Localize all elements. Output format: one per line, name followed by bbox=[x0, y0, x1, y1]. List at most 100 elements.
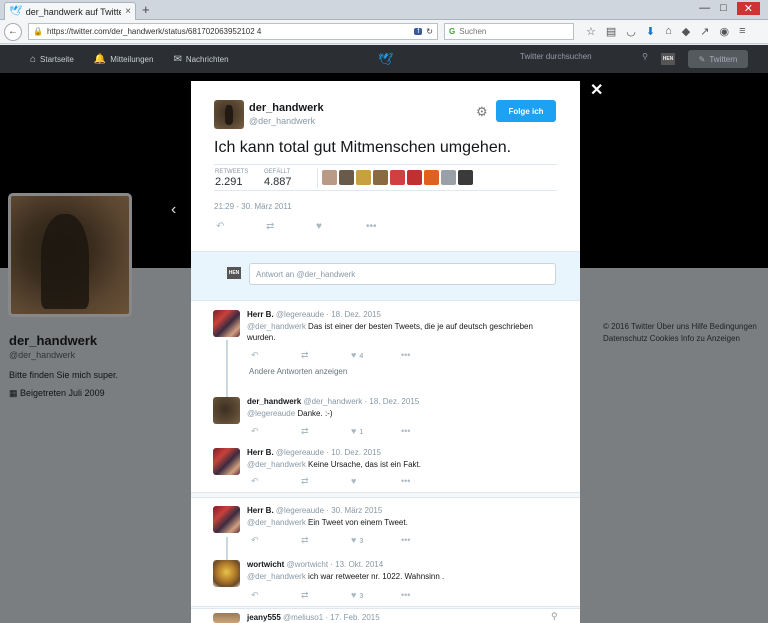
heart-icon[interactable]: ♥ 4 bbox=[351, 350, 401, 361]
tweet-button[interactable]: ✎ Twittern bbox=[688, 50, 748, 68]
reply-avatar[interactable] bbox=[213, 560, 240, 587]
footer-line-1[interactable]: © 2016 Twitter Über uns Hilfe Bedingunge… bbox=[603, 321, 765, 333]
liker-avatar[interactable] bbox=[458, 170, 473, 185]
like-stat[interactable]: GEFÄLLT 4.887 bbox=[264, 169, 292, 188]
tweet-modal: der_handwerk @der_handwerk ⚙ Folge ich I… bbox=[191, 81, 580, 623]
reply-avatar[interactable] bbox=[213, 448, 240, 475]
liker-avatar[interactable] bbox=[390, 170, 405, 185]
twitter-search-input[interactable]: Twitter durchsuchen ⚲ bbox=[520, 52, 648, 66]
retweet-icon[interactable]: ⇄ bbox=[301, 590, 351, 601]
download-icon[interactable]: ⬇ bbox=[646, 25, 655, 38]
reply-author-name[interactable]: jeany555 bbox=[247, 613, 281, 622]
back-button[interactable]: ← bbox=[4, 22, 22, 41]
gear-icon[interactable]: ⚙ bbox=[476, 104, 488, 120]
reply-avatar[interactable] bbox=[213, 397, 240, 424]
tab-close-icon[interactable]: × bbox=[125, 6, 131, 17]
liker-avatar[interactable] bbox=[339, 170, 354, 185]
heart-icon[interactable]: ♥ 3 bbox=[351, 590, 401, 601]
profile-handle[interactable]: @der_handwerk bbox=[9, 350, 118, 360]
profile-name[interactable]: der_handwerk bbox=[9, 333, 118, 348]
twitter-logo-icon[interactable]: 🕊 bbox=[378, 52, 393, 66]
reply-author-name[interactable]: Herr B. bbox=[247, 506, 274, 515]
heart-icon[interactable]: ♥ 1 bbox=[351, 426, 401, 437]
retweet-icon[interactable]: ⇄ bbox=[301, 476, 351, 487]
more-icon[interactable]: ••• bbox=[401, 426, 451, 437]
nav-messages[interactable]: ✉ Nachrichten bbox=[173, 54, 228, 65]
reply-avatar[interactable] bbox=[213, 506, 240, 533]
chat-icon[interactable]: ◉ bbox=[719, 25, 729, 38]
retweet-icon[interactable]: ⇄ bbox=[301, 535, 351, 546]
more-icon[interactable]: ••• bbox=[401, 350, 451, 361]
tweet-author-avatar[interactable] bbox=[214, 100, 244, 129]
bookmark-star-icon[interactable]: ☆ bbox=[586, 25, 596, 38]
reply-input[interactable]: Antwort an @der_handwerk bbox=[249, 263, 556, 285]
show-other-answers-link[interactable]: Andere Antworten anzeigen bbox=[249, 367, 347, 376]
liker-avatar[interactable] bbox=[356, 170, 371, 185]
more-icon[interactable]: ••• bbox=[401, 590, 451, 601]
more-icon[interactable]: ••• bbox=[401, 476, 451, 487]
modal-close-icon[interactable]: ✕ bbox=[590, 80, 603, 100]
window-close-button[interactable]: ✕ bbox=[736, 2, 760, 15]
reply-mention[interactable]: @der_handwerk bbox=[247, 518, 306, 527]
browser-toolbar-icons: ☆ ▤ ◡ ⬇ ⌂ ◆ ↗ ◉ ≡ bbox=[586, 25, 745, 38]
maximize-button[interactable]: □ bbox=[720, 2, 727, 15]
liker-avatar[interactable] bbox=[407, 170, 422, 185]
reply-author-name[interactable]: Herr B. bbox=[247, 310, 274, 319]
reply-icon[interactable]: ↶ bbox=[251, 476, 301, 487]
browser-search-placeholder: Suchen bbox=[459, 27, 487, 36]
reply-mention[interactable]: @der_handwerk bbox=[247, 460, 306, 469]
pocket-icon[interactable]: ◡ bbox=[626, 25, 636, 38]
magnifier-icon[interactable]: ⚲ bbox=[642, 52, 648, 66]
user-avatar[interactable]: HEN bbox=[661, 53, 675, 65]
previous-tweet-chevron-icon[interactable]: ‹ bbox=[171, 201, 176, 219]
heart-icon[interactable]: ♥ bbox=[316, 221, 366, 232]
reply-icon[interactable]: ↶ bbox=[251, 590, 301, 601]
browser-tab[interactable]: 🕊 der_handwerk auf Twitter ... × bbox=[4, 2, 136, 20]
reply-author-name[interactable]: der_handwerk bbox=[247, 397, 301, 406]
reload-icon[interactable]: ↻ bbox=[426, 27, 433, 36]
url-text[interactable]: https://twitter.com/der_handwerk/status/… bbox=[47, 27, 410, 36]
reply-icon[interactable]: ↶ bbox=[251, 535, 301, 546]
more-icon[interactable]: ••• bbox=[401, 535, 451, 546]
reply-icon[interactable]: ↶ bbox=[251, 426, 301, 437]
reply-author-name[interactable]: wortwicht bbox=[247, 560, 284, 569]
retweet-icon[interactable]: ⇄ bbox=[266, 221, 316, 232]
tweet-date[interactable]: 21:29 - 30. März 2011 bbox=[214, 202, 292, 211]
reply-icon[interactable]: ↶ bbox=[251, 350, 301, 361]
liker-avatar[interactable] bbox=[373, 170, 388, 185]
retweet-icon[interactable]: ⇄ bbox=[301, 426, 351, 437]
more-icon[interactable]: ••• bbox=[366, 221, 416, 232]
liker-avatar[interactable] bbox=[424, 170, 439, 185]
share-icon[interactable]: ↗ bbox=[700, 25, 709, 38]
liker-avatar[interactable] bbox=[322, 170, 337, 185]
menu-icon[interactable]: ≡ bbox=[739, 25, 745, 38]
reading-list-icon[interactable]: ▤ bbox=[606, 25, 616, 38]
tweet-author-name[interactable]: der_handwerk bbox=[249, 102, 324, 114]
heart-icon[interactable]: ♥ 3 bbox=[351, 535, 401, 546]
minimize-button[interactable]: — bbox=[699, 2, 710, 15]
profile-avatar[interactable] bbox=[8, 193, 132, 317]
nav-home[interactable]: ⌂ Startseite bbox=[30, 54, 74, 65]
heart-icon[interactable]: ♥ bbox=[351, 476, 401, 487]
facebook-icon[interactable]: f bbox=[414, 28, 423, 35]
shield-icon[interactable]: ◆ bbox=[682, 25, 690, 38]
home-icon[interactable]: ⌂ bbox=[665, 25, 672, 38]
reply-author-name[interactable]: Herr B. bbox=[247, 448, 274, 457]
liker-avatar[interactable] bbox=[441, 170, 456, 185]
reply-mention[interactable]: @legereaude bbox=[247, 409, 295, 418]
reply-icon[interactable]: ↶ bbox=[216, 221, 266, 232]
tweet-author-handle[interactable]: @der_handwerk bbox=[249, 116, 315, 126]
url-bar[interactable]: 🔒 https://twitter.com/der_handwerk/statu… bbox=[28, 23, 438, 40]
retweet-icon[interactable]: ⇄ bbox=[301, 350, 351, 361]
reply-avatar[interactable] bbox=[213, 613, 240, 623]
nav-notifications[interactable]: 🔔 Mitteilungen bbox=[94, 54, 154, 65]
browser-search-input[interactable]: G Suchen bbox=[444, 23, 574, 40]
location-pin-icon[interactable]: ⚲ bbox=[551, 611, 558, 622]
follow-button[interactable]: Folge ich bbox=[496, 100, 556, 122]
retweet-stat[interactable]: RETWEETS 2.291 bbox=[215, 169, 248, 188]
footer-line-2[interactable]: Datenschutz Cookies Info zu Anzeigen bbox=[603, 333, 765, 345]
new-tab-button[interactable]: + bbox=[142, 2, 150, 17]
reply-avatar[interactable] bbox=[213, 310, 240, 337]
reply-mention[interactable]: @der_handwerk bbox=[247, 322, 306, 331]
reply-mention[interactable]: @der_handwerk bbox=[247, 572, 306, 581]
